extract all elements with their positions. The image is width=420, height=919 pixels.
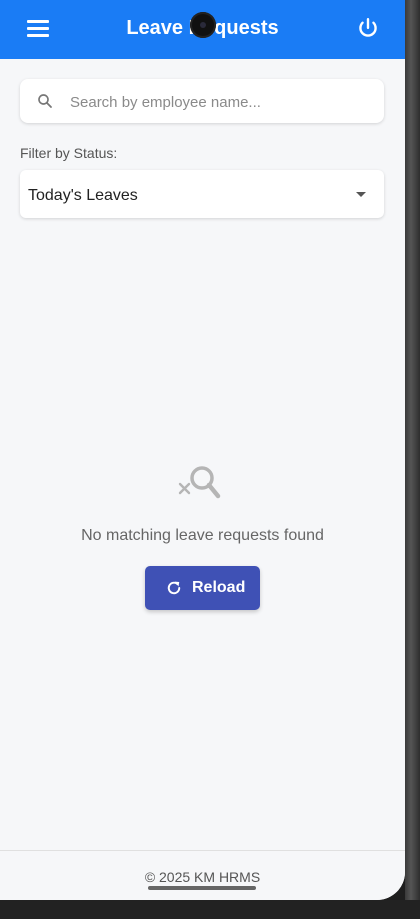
app-screen: Leave Requests Filter by Status: Today's… (0, 0, 405, 900)
search-box (20, 79, 384, 125)
empty-state-message: No matching leave requests found (81, 527, 324, 544)
dropdown-arrow-icon (356, 192, 366, 197)
front-camera (190, 12, 216, 38)
refresh-icon (167, 581, 181, 595)
device-bezel (405, 0, 420, 919)
device-bezel-bottom (0, 900, 420, 919)
search-input[interactable] (68, 79, 372, 125)
app-bar: Leave Requests (0, 0, 405, 59)
search-off-icon (178, 466, 221, 499)
reload-button[interactable]: Reload (145, 566, 260, 610)
status-filter-dropdown[interactable]: Today's Leaves (20, 170, 384, 218)
reload-label: Reload (192, 579, 246, 596)
copyright-text: © 2025 KM HRMS (144, 869, 261, 885)
footer: © 2025 KM HRMS (0, 850, 405, 900)
home-indicator[interactable] (148, 886, 256, 890)
logout-button[interactable] (355, 16, 381, 42)
filter-label: Filter by Status: (20, 145, 118, 161)
device-frame: Leave Requests Filter by Status: Today's… (0, 0, 420, 919)
search-icon (38, 94, 52, 108)
status-filter-value: Today's Leaves (28, 187, 138, 204)
power-icon (359, 18, 377, 37)
